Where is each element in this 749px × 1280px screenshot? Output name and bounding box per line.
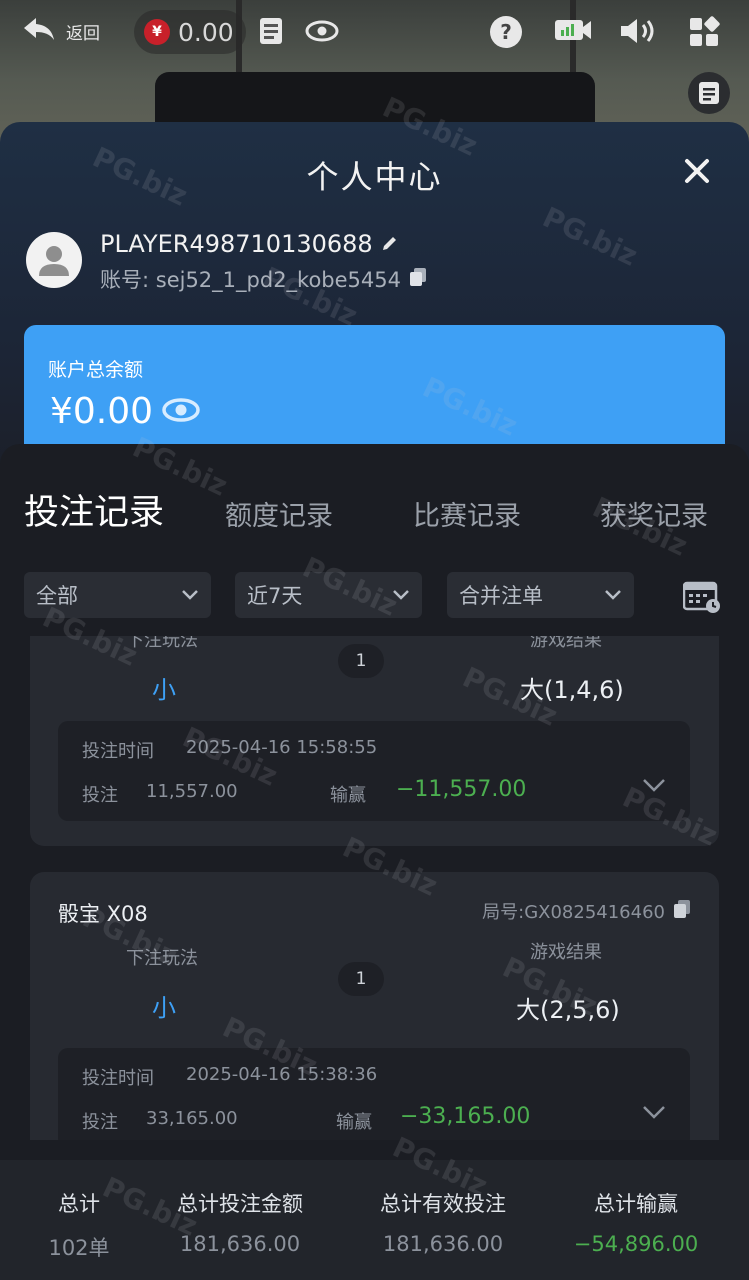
close-icon [685, 159, 709, 183]
play-type-label: 下注玩法 [126, 948, 198, 969]
tab-bar: 投注记录 额度记录 比赛记录 获奖记录 [0, 484, 749, 580]
bet-detail-box: 投注时间 2025-04-16 15:58:55 投注 11,557.00 输赢… [58, 721, 690, 821]
chevron-down-icon [182, 590, 198, 600]
balance-value: ¥0.00 [50, 391, 154, 432]
total-valid-label: 总计有效投注 [380, 1192, 506, 1216]
notes-button[interactable] [688, 72, 730, 114]
top-bar: 返回 ¥ 0.00 ? [0, 0, 749, 68]
eye-icon[interactable] [161, 391, 201, 432]
total-count-label: 总计 [58, 1192, 100, 1216]
bet-pick: 小 [152, 994, 176, 1022]
chevron-down-icon [605, 590, 621, 600]
type-filter-value: 全部 [36, 584, 78, 608]
total-bet-column: 总计投注金额 181,636.00 [160, 1188, 320, 1256]
close-button[interactable] [684, 156, 710, 190]
total-valid: 181,636.00 [382, 1232, 504, 1256]
totals-bar: 总计 102单 总计投注金额 181,636.00 总计有效投注 181,636… [0, 1160, 749, 1280]
bet-time: 2025-04-16 15:58:55 [186, 737, 378, 758]
bet-detail-box: 投注时间 2025-04-16 15:38:36 投注 33,165.00 输赢… [58, 1048, 690, 1140]
filter-bar: 全部 近7天 合并注单 [0, 572, 749, 618]
chevron-down-icon [393, 590, 409, 600]
edit-icon[interactable] [381, 230, 399, 258]
total-win-label: 总计输赢 [594, 1192, 678, 1216]
top-balance: 0.00 [178, 17, 234, 47]
play-type-label: 下注玩法 [126, 636, 198, 651]
sheet-title: 个人中心 [306, 158, 443, 196]
notes-icon [699, 82, 719, 104]
copy-icon[interactable] [673, 899, 691, 924]
menu-grid-icon[interactable] [688, 16, 720, 54]
back-arrow-icon [22, 16, 56, 47]
merge-bets-value: 合并注单 [459, 584, 543, 608]
tab-prize-records[interactable]: 获奖记录 [600, 494, 708, 533]
bet-amount-label: 投注 [82, 1112, 118, 1133]
total-win: −54,896.00 [573, 1232, 699, 1256]
total-bet-label: 总计投注金额 [177, 1192, 303, 1216]
balance-label: 账户总余额 [48, 359, 144, 381]
bet-count-badge: 1 [338, 962, 384, 996]
bet-time-label: 投注时间 [82, 741, 154, 762]
win-loss-value: −11,557.00 [396, 777, 527, 802]
date-range-value: 近7天 [247, 584, 303, 608]
round-id-row: 局号:GX0825416460 [482, 898, 691, 924]
bet-record-card[interactable]: 骰宝 X08 局号:GX0825416460 下注玩法 游戏结果 1 小 大(2… [30, 872, 719, 1140]
user-icon [39, 246, 69, 276]
account-row: 账号: sej52_1_pd2_kobe5454 [100, 264, 427, 294]
balance-pill: ¥ 0.00 [134, 10, 246, 54]
type-filter-select[interactable]: 全部 [24, 572, 211, 618]
game-result: 大(2,5,6) [516, 996, 620, 1024]
avatar[interactable] [26, 232, 82, 288]
total-count-column: 总计 102单 [36, 1188, 122, 1262]
result-label: 游戏结果 [530, 636, 602, 651]
tab-bet-records[interactable]: 投注记录 [24, 484, 164, 535]
total-bet: 181,636.00 [179, 1232, 301, 1256]
help-icon[interactable]: ? [490, 16, 522, 48]
total-count: 102单 [48, 1236, 110, 1260]
merge-bets-select[interactable]: 合并注单 [447, 572, 634, 618]
back-button[interactable]: 返回 [22, 16, 100, 47]
bet-amount: 11,557.00 [146, 781, 238, 802]
total-valid-column: 总计有效投注 181,636.00 [362, 1188, 524, 1256]
account-id: 账号: sej52_1_pd2_kobe5454 [100, 268, 402, 292]
currency-icon: ¥ [144, 19, 170, 45]
bet-record-card[interactable]: 下注玩法 游戏结果 1 小 大(1,4,6) 投注时间 2025-04-16 1… [30, 636, 719, 846]
balance-value-row: ¥0.00 [50, 391, 201, 432]
back-label: 返回 [66, 24, 100, 44]
tab-credit-records[interactable]: 额度记录 [225, 494, 333, 533]
expand-chevron-icon[interactable] [642, 777, 666, 797]
date-range-select[interactable]: 近7天 [235, 572, 422, 618]
personal-center-sheet: 个人中心 PLAYER498710130688 账号: sej52_1_pd2_… [0, 122, 749, 1280]
balance-card: 账户总余额 ¥0.00 [24, 325, 725, 455]
result-label: 游戏结果 [530, 942, 602, 963]
volume-icon[interactable] [618, 16, 658, 52]
copy-icon[interactable] [409, 267, 427, 292]
bet-pick: 小 [152, 676, 176, 704]
total-win-column: 总计输赢 −54,896.00 [566, 1188, 706, 1256]
tab-match-records[interactable]: 比赛记录 [413, 494, 521, 533]
video-quality-icon[interactable] [553, 16, 593, 50]
bet-amount-label: 投注 [82, 785, 118, 806]
records-panel: 投注记录 额度记录 比赛记录 获奖记录 全部 近7天 合并注单 下注玩法 游戏结… [0, 444, 749, 1280]
player-name-row: PLAYER498710130688 [100, 230, 399, 258]
expand-chevron-icon[interactable] [642, 1104, 666, 1124]
bet-amount: 33,165.00 [146, 1108, 238, 1129]
bet-record-list[interactable]: 下注玩法 游戏结果 1 小 大(1,4,6) 投注时间 2025-04-16 1… [0, 636, 749, 1140]
win-loss-label: 输赢 [336, 1112, 372, 1133]
record-icon[interactable] [258, 16, 286, 52]
eye-icon[interactable] [305, 20, 339, 48]
win-loss-value: −33,165.00 [400, 1104, 531, 1129]
round-id: 局号:GX0825416460 [482, 902, 665, 923]
game-name: 骰宝 X08 [58, 902, 148, 926]
win-loss-label: 输赢 [330, 785, 366, 806]
game-result: 大(1,4,6) [520, 676, 624, 704]
calendar-icon[interactable] [682, 580, 721, 618]
player-name: PLAYER498710130688 [100, 230, 373, 258]
bet-time-label: 投注时间 [82, 1068, 154, 1089]
bet-count-badge: 1 [338, 644, 384, 678]
bet-time: 2025-04-16 15:38:36 [186, 1064, 378, 1085]
